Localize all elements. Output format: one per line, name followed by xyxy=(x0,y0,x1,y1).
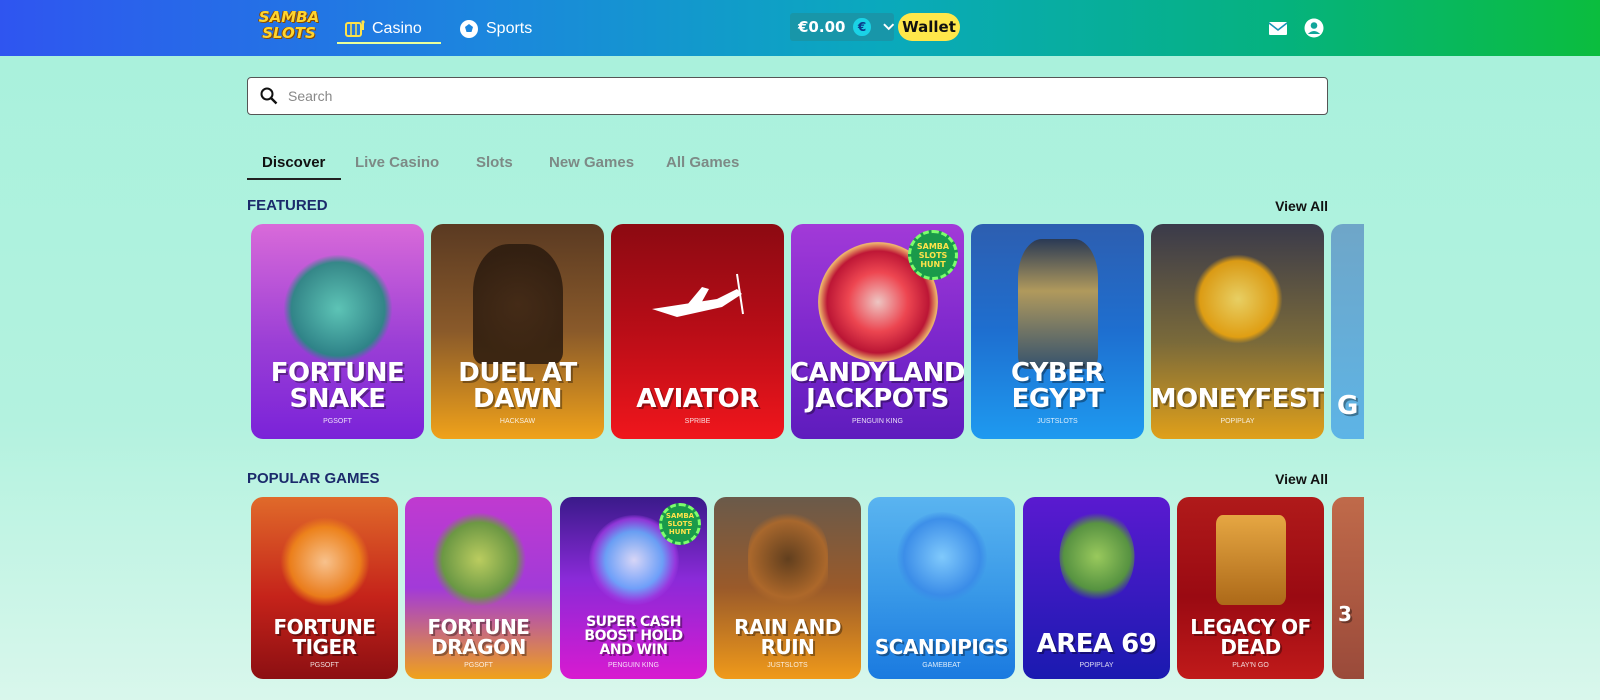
game-provider: PGSOFT xyxy=(323,418,352,425)
game-card[interactable]: SCANDIPIGS GAMEBEAT xyxy=(868,497,1015,679)
alien-art-icon xyxy=(1059,509,1134,604)
game-provider: PENGUIN KING xyxy=(852,418,903,425)
tab-discover[interactable]: Discover xyxy=(262,154,325,171)
chevron-down-icon xyxy=(882,23,894,31)
game-provider: PGSOFT xyxy=(464,662,493,669)
game-title: DUEL AT DAWN xyxy=(458,358,577,414)
piggy-bank-icon xyxy=(1192,254,1283,344)
balance-amount: €0.00 xyxy=(798,18,846,36)
wallet-button[interactable]: Wallet xyxy=(898,13,960,41)
game-title: AREA 69 xyxy=(1036,629,1157,659)
hooded-warrior-art-icon xyxy=(747,509,828,609)
game-card[interactable]: DUEL AT DAWN HACKSAW xyxy=(431,224,604,439)
game-card[interactable]: SAMBA SLOTS HUNT SUPER CASH BOOST HOLD A… xyxy=(560,497,707,679)
game-provider: PGSOFT xyxy=(310,662,339,669)
nav-tab-casino[interactable]: Casino xyxy=(345,14,422,44)
game-title: FORTUNE SNAKE xyxy=(270,358,405,414)
game-provider: PLAY'N GO xyxy=(1232,662,1269,669)
popular-section-title: POPULAR GAMES xyxy=(247,470,380,487)
game-card[interactable]: LEGACY OF DEAD PLAY'N GO xyxy=(1177,497,1324,679)
popular-games-row: FORTUNE TIGER PGSOFT FORTUNE DRAGON PGSO… xyxy=(251,497,1364,679)
game-card[interactable]: AREA 69 POPIPLAY xyxy=(1023,497,1170,679)
game-title: FORTUNE TIGER xyxy=(273,615,376,659)
search-bar[interactable] xyxy=(247,77,1328,115)
casino-icon xyxy=(345,20,365,37)
balance-selector[interactable]: €0.00 € xyxy=(790,13,894,41)
game-title: G DE xyxy=(1337,391,1364,421)
viking-pig-art-icon xyxy=(896,512,987,602)
sports-icon xyxy=(460,20,478,38)
featured-view-all-link[interactable]: View All xyxy=(1275,198,1328,214)
tab-new-games[interactable]: New Games xyxy=(549,154,634,171)
game-card[interactable]: 3 xyxy=(1332,497,1364,679)
samba-slots-logo[interactable]: SAMBA SLOTS xyxy=(248,9,330,47)
nav-tab-sports-label: Sports xyxy=(486,20,533,37)
euro-coin-icon: € xyxy=(853,18,871,36)
game-card[interactable]: FORTUNE SNAKE PGSOFT xyxy=(251,224,424,439)
tab-live-casino[interactable]: Live Casino xyxy=(355,154,439,171)
game-provider: PENGUIN KING xyxy=(608,662,659,669)
dragon-art-icon xyxy=(431,512,526,607)
tab-all-games[interactable]: All Games xyxy=(666,154,739,171)
top-header: SAMBA SLOTS Casino Sports €0.00 € Wallet xyxy=(0,0,1600,56)
game-title: MONEYFEST xyxy=(1151,384,1324,414)
game-title: LEGACY OF DEAD xyxy=(1190,615,1311,659)
game-card[interactable]: FORTUNE TIGER PGSOFT xyxy=(251,497,398,679)
featured-games-row: FORTUNE SNAKE PGSOFT DUEL AT DAWN HACKSA… xyxy=(251,224,1364,439)
game-card[interactable]: CYBER EGYPT JUSTSLOTS xyxy=(971,224,1144,439)
tiger-art-icon xyxy=(279,517,370,607)
game-provider: JUSTSLOTS xyxy=(1037,418,1078,425)
game-provider: POPIPLAY xyxy=(1079,662,1114,669)
popular-view-all-link[interactable]: View All xyxy=(1275,471,1328,487)
game-card[interactable]: MONEYFEST POPIPLAY xyxy=(1151,224,1324,439)
search-input[interactable] xyxy=(288,88,1288,104)
user-account-icon[interactable] xyxy=(1303,17,1325,39)
game-title: CANDYLAND JACKPOTS xyxy=(791,358,964,414)
samba-slots-hunt-badge: SAMBA SLOTS HUNT xyxy=(908,230,958,280)
game-title: AVIATOR xyxy=(636,384,759,414)
cowboy-art-icon xyxy=(472,244,563,364)
nav-tab-sports[interactable]: Sports xyxy=(459,14,532,44)
snake-art-icon xyxy=(282,254,393,364)
game-card[interactable]: AVIATOR SPRIBE xyxy=(611,224,784,439)
samba-slots-hunt-badge: SAMBA SLOTS HUNT xyxy=(659,503,701,545)
game-title: CYBER EGYPT xyxy=(1010,358,1105,414)
game-card[interactable]: FORTUNE DRAGON PGSOFT xyxy=(405,497,552,679)
game-card[interactable]: SAMBA SLOTS HUNT CANDYLAND JACKPOTS PENG… xyxy=(791,224,964,439)
game-provider: SPRIBE xyxy=(684,418,711,425)
featured-section-title: FEATURED xyxy=(247,197,328,214)
nav-active-underline xyxy=(337,42,441,44)
tab-slots[interactable]: Slots xyxy=(476,154,513,171)
mail-icon[interactable] xyxy=(1267,17,1289,39)
game-title: RAIN AND RUIN xyxy=(734,615,841,659)
game-card[interactable]: RAIN AND RUIN JUSTSLOTS xyxy=(714,497,861,679)
game-title: SUPER CASH BOOST HOLD AND WIN xyxy=(584,614,683,658)
tab-active-underline xyxy=(247,178,341,180)
game-title: FORTUNE DRAGON xyxy=(427,615,530,659)
game-card[interactable]: G DE xyxy=(1331,224,1364,439)
game-title: SCANDIPIGS xyxy=(874,635,1009,659)
airplane-icon xyxy=(652,273,744,317)
game-provider: JUSTSLOTS xyxy=(767,662,808,669)
game-provider: POPIPLAY xyxy=(1220,418,1255,425)
anubis-art-icon xyxy=(1017,239,1098,369)
game-provider: HACKSAW xyxy=(499,418,536,425)
game-title: 3 xyxy=(1338,602,1352,626)
nav-tab-casino-label: Casino xyxy=(372,20,422,37)
search-icon xyxy=(260,87,278,105)
game-provider: GAMEBEAT xyxy=(922,662,961,669)
egyptian-tomb-art-icon xyxy=(1215,515,1286,605)
